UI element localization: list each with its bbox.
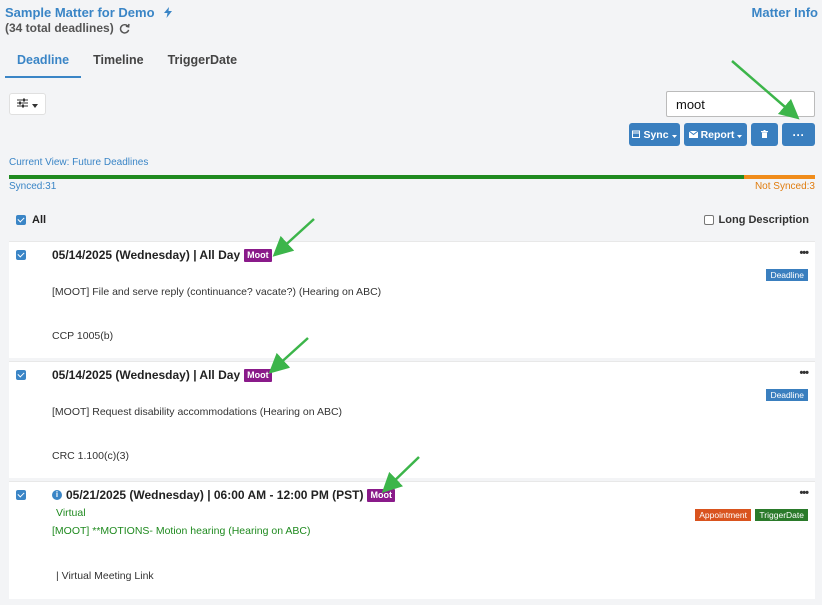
long-description-checkbox[interactable] — [703, 215, 714, 225]
deadline-header: 05/14/2025 (Wednesday) | All Day Moot — [52, 248, 272, 262]
deadline-rule: CRC 1.100(c)(3) — [52, 450, 130, 462]
not-synced-progress-bar — [744, 175, 815, 179]
caret-down-icon — [737, 129, 743, 141]
deadline-date: 05/21/2025 (Wednesday) | 06:00 AM - 12:0… — [66, 488, 364, 502]
deadline-date: 05/14/2025 (Wednesday) | All Day — [52, 248, 241, 262]
deadline-description[interactable]: [MOOT] Request disability accommodations… — [52, 406, 342, 418]
trash-icon — [761, 129, 768, 141]
deadline-card: 05/14/2025 (Wednesday) | All Day Moot ••… — [9, 361, 815, 478]
sync-button[interactable]: Sync — [629, 123, 680, 146]
card-more-icon[interactable]: ••• — [799, 247, 809, 259]
info-icon[interactable]: i — [52, 490, 62, 500]
appointment-tag: Appointment — [695, 509, 751, 521]
triggerdate-tag: TriggerDate — [755, 509, 808, 521]
sliders-icon — [17, 95, 28, 113]
total-deadlines-text: (34 total deadlines) — [5, 21, 114, 35]
synced-progress-bar — [9, 175, 744, 179]
matter-info-link[interactable]: Matter Info — [752, 5, 818, 20]
report-button-label: Report — [700, 128, 735, 141]
deadline-card: i 05/21/2025 (Wednesday) | 06:00 AM - 12… — [9, 481, 815, 599]
deadline-checkbox[interactable] — [16, 370, 26, 380]
caret-down-icon — [32, 95, 38, 113]
deadline-checkbox[interactable] — [16, 490, 26, 500]
filter-settings-button[interactable] — [9, 93, 46, 115]
deadline-checkbox[interactable] — [16, 250, 26, 260]
deadline-card: 05/14/2025 (Wednesday) | All Day Moot ••… — [9, 241, 815, 358]
synced-count: Synced:31 — [9, 181, 57, 192]
tab-timeline[interactable]: Timeline — [81, 45, 155, 78]
caret-down-icon — [671, 129, 677, 141]
total-deadlines: (34 total deadlines) — [5, 21, 130, 35]
moot-badge: Moot — [367, 488, 395, 502]
card-more-icon[interactable]: ••• — [799, 487, 809, 499]
deadline-description[interactable]: [MOOT] **MOTIONS- Motion hearing (Hearin… — [52, 525, 311, 537]
deadline-location: Virtual — [56, 507, 86, 519]
deadline-description[interactable]: [MOOT] File and serve reply (continuance… — [52, 286, 381, 298]
envelope-icon — [688, 129, 698, 141]
long-description-toggle[interactable]: Long Description — [703, 214, 809, 226]
card-more-icon[interactable]: ••• — [799, 367, 809, 379]
moot-badge: Moot — [244, 248, 272, 262]
sync-button-label: Sync — [643, 128, 669, 141]
search-input[interactable] — [666, 91, 815, 117]
deadline-rule: CCP 1005(b) — [52, 330, 114, 342]
select-all-label: All — [32, 214, 47, 226]
virtual-meeting-link[interactable]: | Virtual Meeting Link — [56, 570, 154, 582]
tab-triggerdate[interactable]: TriggerDate — [156, 45, 249, 78]
more-options-button[interactable]: ··· — [782, 123, 815, 146]
select-all-checkbox[interactable] — [16, 215, 26, 225]
more-options-label: ··· — [792, 127, 805, 142]
calendar-icon — [632, 129, 641, 141]
refresh-icon[interactable] — [117, 21, 130, 35]
matter-title[interactable]: Sample Matter for Demo — [5, 5, 173, 21]
deadline-date: 05/14/2025 (Wednesday) | All Day — [52, 368, 241, 382]
deadline-header: i 05/21/2025 (Wednesday) | 06:00 AM - 12… — [52, 488, 395, 502]
deadline-type-tag: Deadline — [766, 269, 808, 281]
deadline-header: 05/14/2025 (Wednesday) | All Day Moot — [52, 368, 272, 382]
current-view-label[interactable]: Current View: Future Deadlines — [9, 157, 148, 168]
deadline-type-tag: Deadline — [766, 389, 808, 401]
report-button[interactable]: Report — [684, 123, 747, 146]
not-synced-count: Not Synced:3 — [754, 181, 815, 192]
lightning-icon — [164, 6, 173, 21]
matter-title-text[interactable]: Sample Matter for Demo — [5, 5, 155, 20]
tab-deadline[interactable]: Deadline — [5, 45, 82, 78]
long-description-label: Long Description — [718, 214, 809, 226]
delete-button[interactable] — [751, 123, 778, 146]
moot-badge: Moot — [244, 368, 272, 382]
select-all[interactable]: All — [16, 214, 46, 226]
tab-bar: Deadline Timeline TriggerDate — [5, 45, 249, 78]
